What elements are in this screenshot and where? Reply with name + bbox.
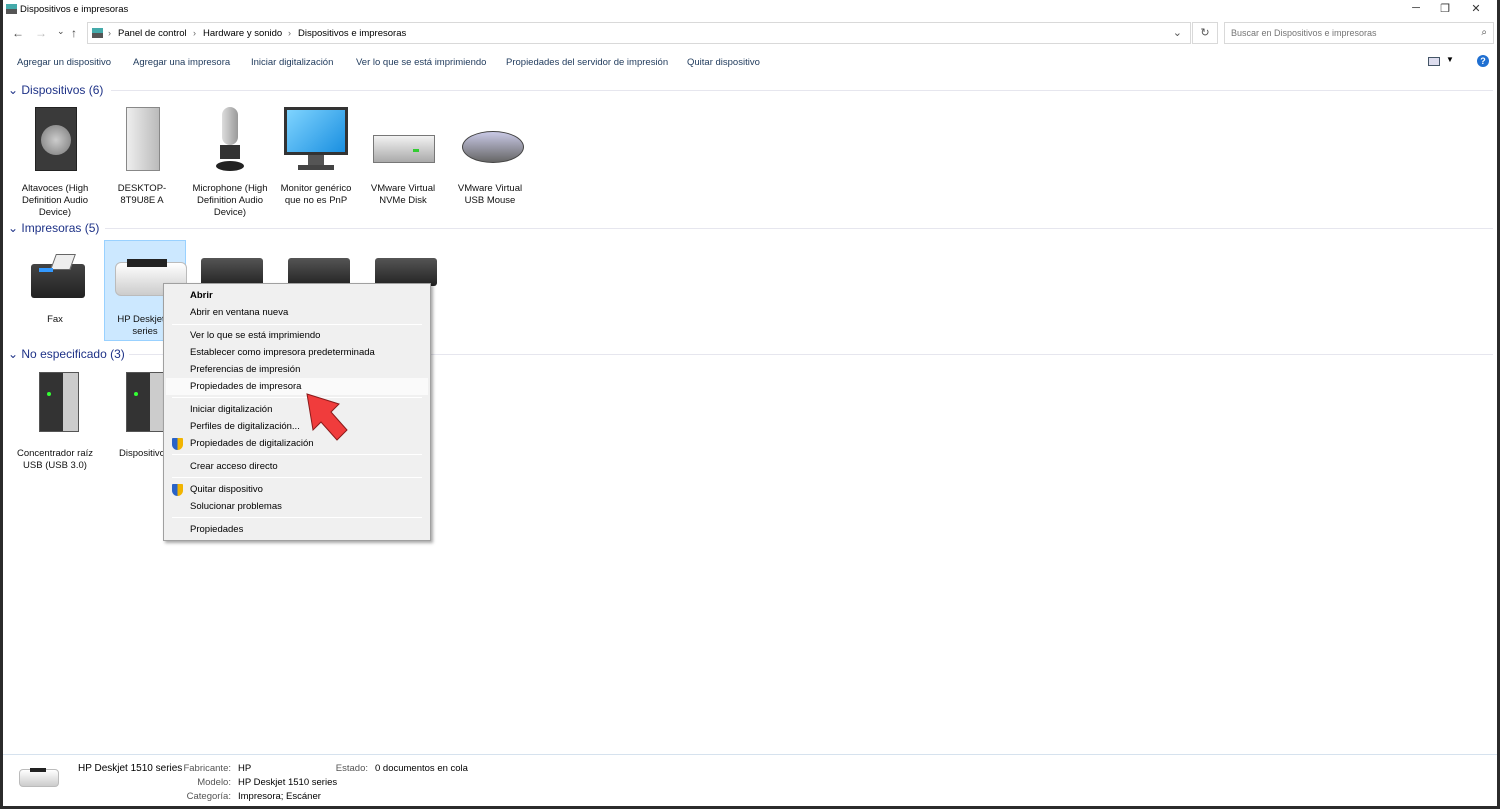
group-header-devices[interactable]: ⌄ Dispositivos (6) bbox=[8, 83, 103, 97]
menu-item-print-preferences[interactable]: Preferencias de impresión bbox=[166, 361, 428, 378]
device-speakers[interactable]: Altavoces (High Definition Audio Device) bbox=[14, 105, 96, 219]
back-button[interactable]: ← bbox=[12, 26, 24, 40]
group-title: No especificado (3) bbox=[21, 347, 125, 361]
monitor-icon bbox=[284, 105, 348, 175]
search-icon[interactable]: ⌕ bbox=[1481, 27, 1487, 38]
uac-shield-icon bbox=[172, 484, 183, 496]
menu-item-open-new-window[interactable]: Abrir en ventana nueva bbox=[166, 304, 428, 321]
start-scan-button[interactable]: Iniciar digitalización bbox=[251, 57, 333, 68]
device-usb-hub[interactable]: Concentrador raíz USB (USB 3.0) bbox=[14, 370, 96, 472]
control-panel-icon bbox=[92, 28, 103, 38]
add-printer-button[interactable]: Agregar una impresora bbox=[133, 57, 230, 68]
command-bar: Agregar un dispositivo Agregar una impre… bbox=[3, 52, 1497, 72]
generic-device-icon bbox=[23, 370, 87, 440]
add-device-button[interactable]: Agregar un dispositivo bbox=[17, 57, 111, 68]
remove-device-button[interactable]: Quitar dispositivo bbox=[687, 57, 760, 68]
disk-drive-icon bbox=[371, 105, 435, 175]
refresh-button[interactable]: ↻ bbox=[1192, 22, 1218, 44]
menu-item-properties[interactable]: Propiedades bbox=[166, 521, 428, 538]
menu-item-remove-device[interactable]: Quitar dispositivo bbox=[166, 481, 428, 498]
device-microphone[interactable]: Microphone (High Definition Audio Device… bbox=[189, 105, 271, 219]
category-value: Impresora; Escáner bbox=[238, 791, 321, 802]
group-title: Dispositivos (6) bbox=[21, 83, 104, 97]
microphone-icon bbox=[198, 105, 262, 175]
printer-thumbnail-icon bbox=[19, 768, 59, 787]
mouse-icon bbox=[458, 105, 524, 175]
devices-app-icon bbox=[6, 4, 17, 14]
minimize-button[interactable]: ─ bbox=[1401, 2, 1431, 14]
computer-tower-icon bbox=[110, 105, 174, 175]
menu-item-printer-properties[interactable]: Propiedades de impresora bbox=[166, 378, 428, 395]
status-value: 0 documentos en cola bbox=[375, 763, 468, 774]
group-header-unspecified[interactable]: ⌄ No especificado (3) bbox=[8, 347, 125, 361]
address-dropdown-icon[interactable]: ⌄ bbox=[1173, 26, 1182, 39]
details-device-name: HP Deskjet 1510 series bbox=[78, 763, 183, 774]
model-value: HP Deskjet 1510 series bbox=[238, 777, 338, 788]
model-label: Modelo: bbox=[197, 777, 231, 788]
context-menu: Abrir Abrir en ventana nueva Ver lo que … bbox=[163, 283, 431, 541]
menu-item-create-shortcut[interactable]: Crear acceso directo bbox=[166, 458, 428, 475]
fax-icon bbox=[23, 250, 87, 306]
printer-fax[interactable]: Fax bbox=[14, 250, 96, 326]
device-desktop[interactable]: DESKTOP-8T9U8E A bbox=[101, 105, 183, 207]
print-server-properties-button[interactable]: Propiedades del servidor de impresión bbox=[506, 57, 668, 68]
menu-item-start-scan[interactable]: Iniciar digitalización bbox=[166, 401, 428, 418]
device-usb-mouse[interactable]: VMware Virtual USB Mouse bbox=[449, 105, 531, 207]
menu-item-see-printing[interactable]: Ver lo que se está imprimiendo bbox=[166, 327, 428, 344]
printer-icon bbox=[201, 258, 263, 286]
printer-icon bbox=[375, 258, 437, 286]
address-bar[interactable]: › Panel de control › Hardware y sonido ›… bbox=[87, 22, 1191, 44]
devices-printers-window: Dispositivos e impresoras ─ ❐ ✕ ← → ⌄ ↑ … bbox=[3, 0, 1497, 806]
manufacturer-label: Fabricante: bbox=[183, 763, 231, 774]
group-title: Impresoras (5) bbox=[21, 221, 100, 235]
manufacturer-value: HP bbox=[238, 763, 252, 774]
red-arrow-annotation bbox=[306, 393, 348, 441]
category-label: Categoría: bbox=[186, 791, 231, 802]
menu-item-open[interactable]: Abrir bbox=[166, 287, 428, 304]
details-pane: HP Deskjet 1510 series Fabricante: HP Mo… bbox=[3, 754, 1497, 806]
device-nvme-disk[interactable]: VMware Virtual NVMe Disk bbox=[362, 105, 444, 207]
restore-button[interactable]: ❐ bbox=[1430, 2, 1460, 15]
uac-shield-icon bbox=[172, 438, 183, 450]
search-input[interactable] bbox=[1225, 23, 1465, 43]
breadcrumb-panel-de-control[interactable]: Panel de control bbox=[118, 28, 187, 39]
close-button[interactable]: ✕ bbox=[1461, 2, 1491, 15]
menu-item-set-default[interactable]: Establecer como impresora predeterminada bbox=[166, 344, 428, 361]
window-title: Dispositivos e impresoras bbox=[20, 4, 129, 15]
printer-icon bbox=[288, 258, 350, 286]
menu-item-troubleshoot[interactable]: Solucionar problemas bbox=[166, 498, 428, 515]
status-label: Estado: bbox=[335, 763, 368, 774]
forward-button[interactable]: → bbox=[35, 26, 47, 40]
breadcrumb-dispositivos[interactable]: Dispositivos e impresoras bbox=[298, 28, 406, 39]
group-header-printers[interactable]: ⌄ Impresoras (5) bbox=[8, 221, 99, 235]
view-options-icon[interactable] bbox=[1428, 57, 1440, 66]
device-monitor[interactable]: Monitor genérico que no es PnP bbox=[275, 105, 357, 207]
search-box[interactable]: ⌕ bbox=[1224, 22, 1494, 44]
breadcrumb-hardware-y-sonido[interactable]: Hardware y sonido bbox=[203, 28, 282, 39]
menu-item-scan-properties[interactable]: Propiedades de digitalización bbox=[166, 435, 428, 452]
title-bar: Dispositivos e impresoras ─ ❐ ✕ bbox=[3, 0, 1497, 19]
up-button[interactable]: ↑ bbox=[71, 26, 77, 40]
see-printing-button[interactable]: Ver lo que se está imprimiendo bbox=[356, 57, 486, 68]
menu-item-scan-profiles[interactable]: Perfiles de digitalización... bbox=[166, 418, 428, 435]
recent-locations-button[interactable]: ⌄ bbox=[57, 26, 65, 37]
speaker-icon bbox=[23, 105, 87, 175]
view-dropdown-icon[interactable]: ▼ bbox=[1446, 55, 1454, 64]
help-button[interactable]: ? bbox=[1477, 55, 1489, 67]
